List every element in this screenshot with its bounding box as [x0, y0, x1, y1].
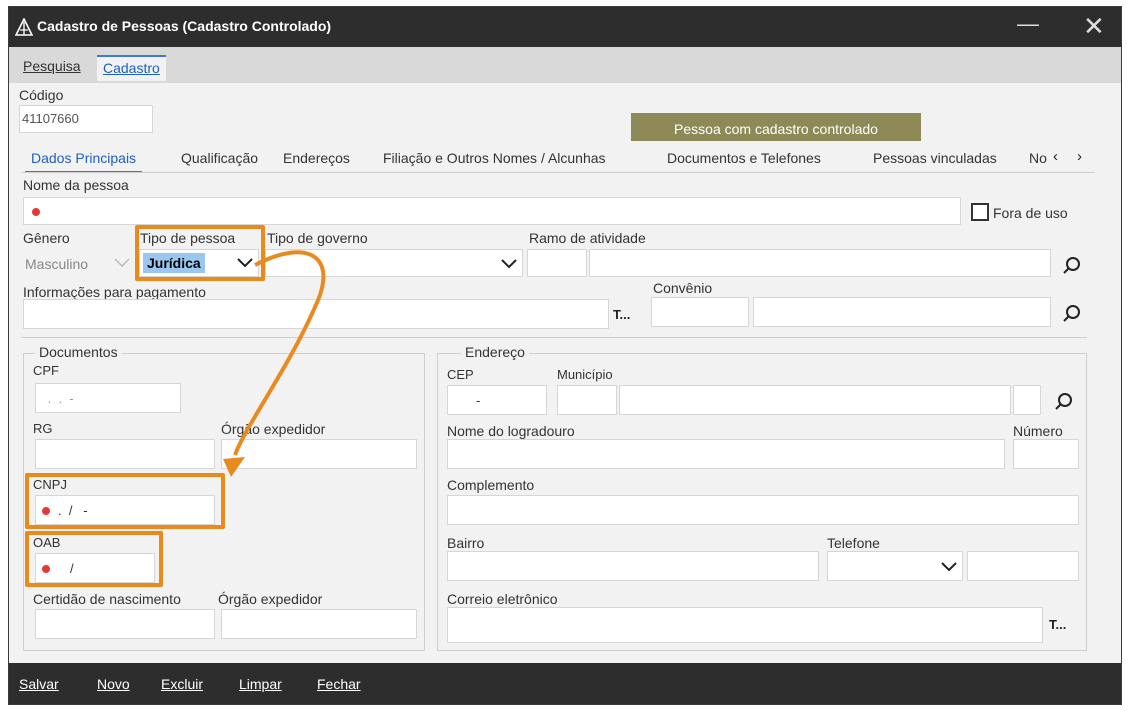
novo-button[interactable]: Novo: [97, 676, 130, 692]
main-window: Cadastro de Pessoas (Cadastro Controlado…: [8, 6, 1122, 705]
salvar-button[interactable]: Salvar: [19, 676, 59, 692]
fechar-button[interactable]: Fechar: [317, 676, 361, 692]
bottom-action-bar: Salvar Novo Excluir Limpar Fechar: [9, 663, 1121, 704]
annotation-arrow: [223, 250, 326, 477]
limpar-button[interactable]: Limpar: [239, 676, 282, 692]
excluir-button[interactable]: Excluir: [161, 676, 203, 692]
